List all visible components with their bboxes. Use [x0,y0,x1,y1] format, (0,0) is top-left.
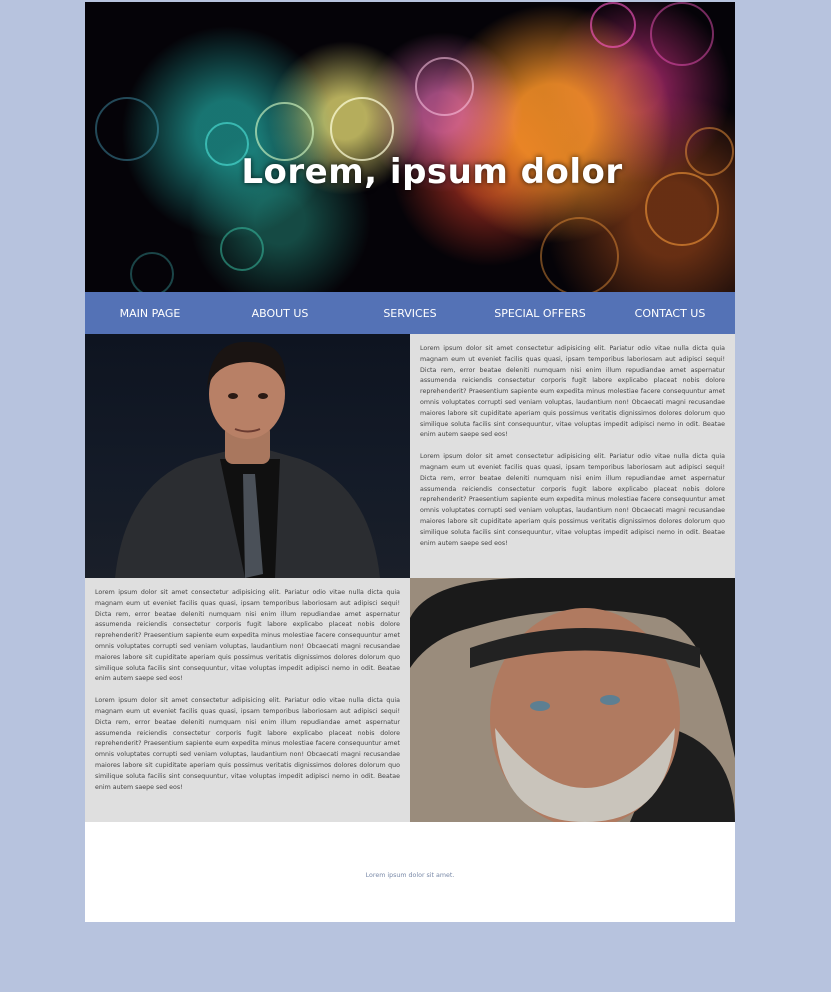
bokeh-bubble [650,2,714,66]
text-panel-2: Lorem ipsum dolor sit amet consectetur a… [85,578,410,822]
paragraph: Lorem ipsum dolor sit amet consectetur a… [420,345,725,439]
content-row-1: Lorem ipsum dolor sit amet consectetur a… [85,334,735,578]
text-panel-1: Lorem ipsum dolor sit amet consectetur a… [410,334,735,578]
paragraph: Lorem ipsum dolor sit amet consectetur a… [95,697,400,791]
main-navigation: MAIN PAGE ABOUT US SERVICES SPECIAL OFFE… [85,292,735,334]
nav-item-about-us[interactable]: ABOUT US [215,307,345,320]
bokeh-bubble [220,227,264,271]
bokeh-bubble [540,217,619,292]
paragraph: Lorem ipsum dolor sit amet consectetur a… [420,453,725,547]
bokeh-bubble [130,252,174,292]
nav-item-main-page[interactable]: MAIN PAGE [85,307,215,320]
page-title: Lorem, ipsum dolor [241,152,623,192]
paragraph: Lorem ipsum dolor sit amet consectetur a… [95,589,400,683]
nav-item-services[interactable]: SERVICES [345,307,475,320]
bokeh-bubble [590,2,636,48]
nav-item-special-offers[interactable]: SPECIAL OFFERS [475,307,605,320]
bokeh-bubble [415,57,474,116]
footer-text: Lorem ipsum dolor sit amet. [365,872,455,879]
man-with-hat-illustration [410,578,735,822]
man-in-suit-illustration [115,341,380,578]
nav-item-contact-us[interactable]: CONTACT US [605,307,735,320]
man-with-hat-photo [410,578,735,822]
header-banner: Lorem, ipsum dolor [85,2,735,292]
page-container: Lorem, ipsum dolor MAIN PAGE ABOUT US SE… [85,2,735,922]
footer: Lorem ipsum dolor sit amet. [85,822,735,922]
content-row-2: Lorem ipsum dolor sit amet consectetur a… [85,578,735,822]
man-in-suit-photo [85,334,410,578]
